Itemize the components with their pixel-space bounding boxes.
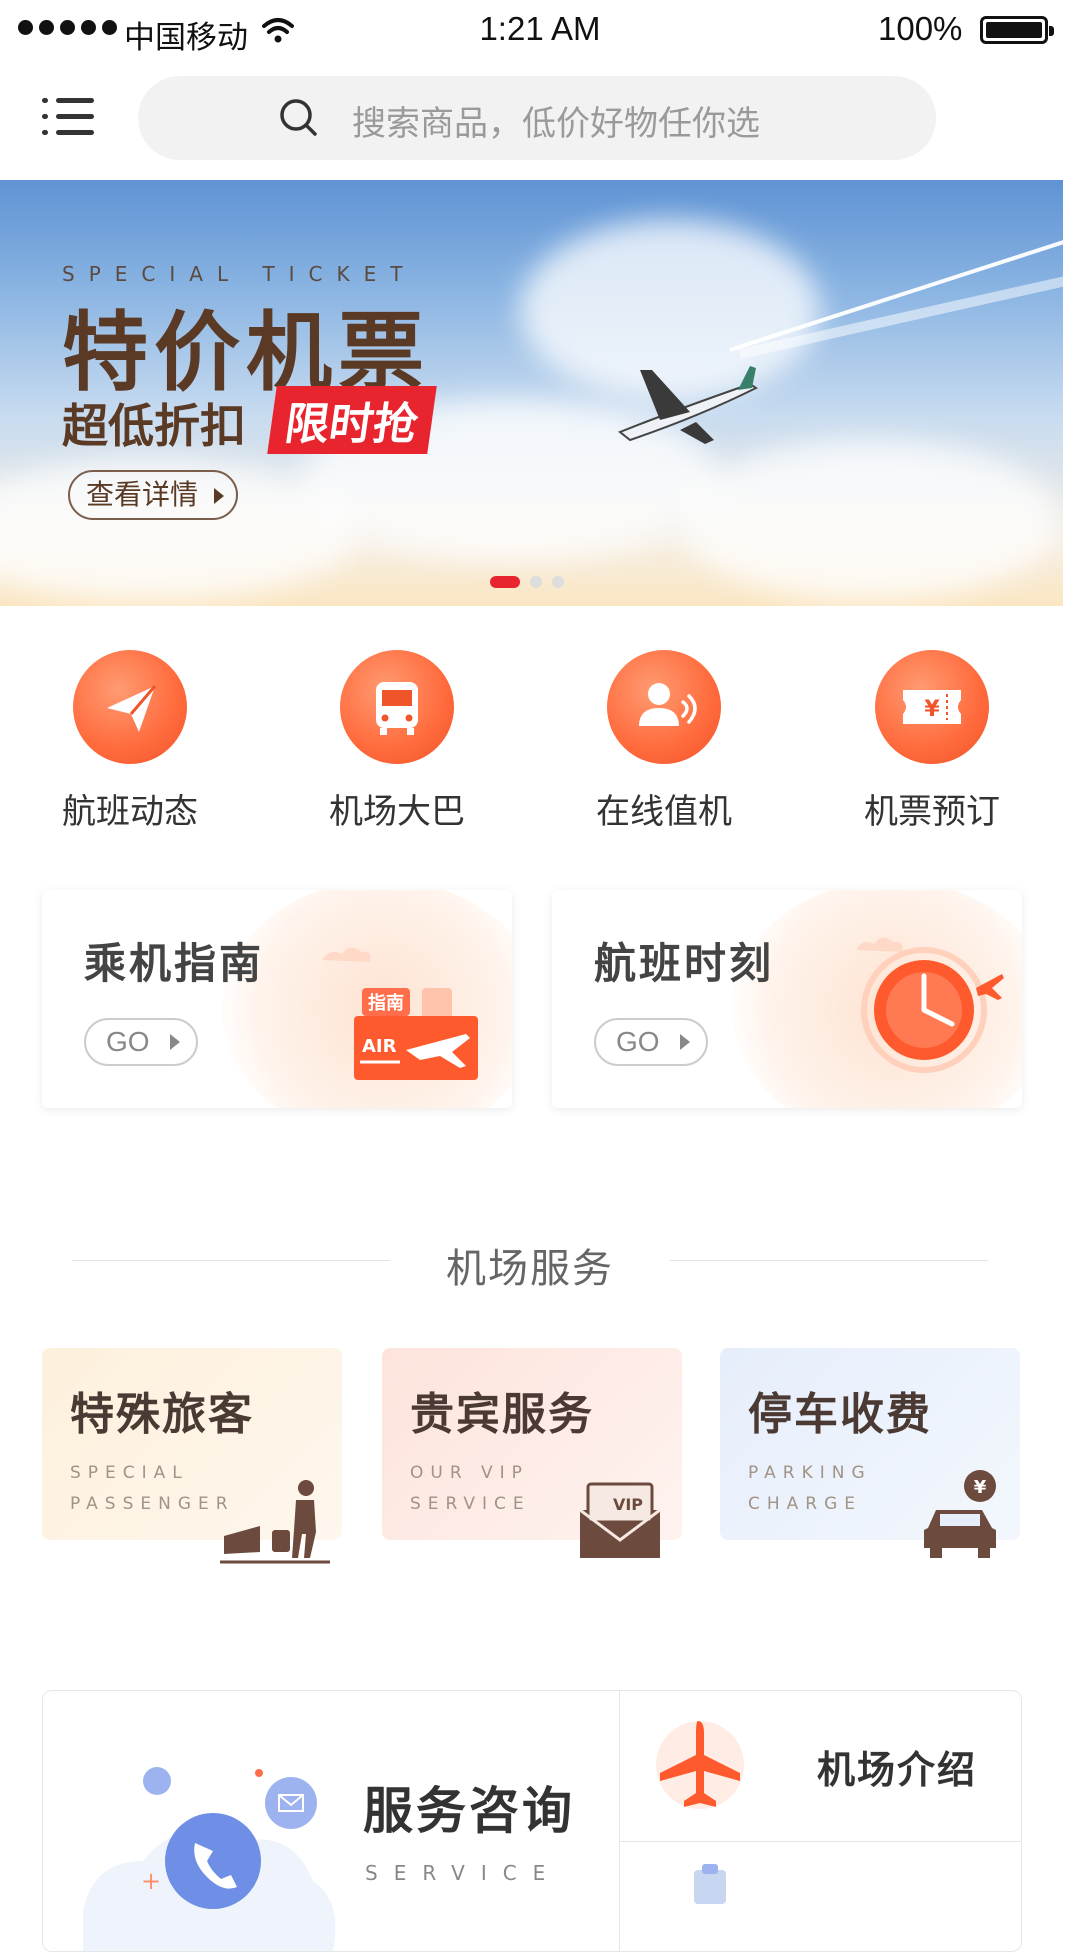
bottom-panel: + 服务咨询 SERVICE 机场介绍 — [42, 1690, 1022, 1952]
traveler-luggage-icon — [220, 1480, 330, 1564]
search-bar[interactable]: 搜索商品，低价好物任你选 — [138, 76, 936, 160]
flight-schedule-title: 航班时刻 — [594, 939, 775, 988]
panel-next-item[interactable] — [620, 1842, 1021, 1951]
pager-dot-2[interactable] — [530, 576, 542, 588]
quick-action-label: 机票预订 — [864, 792, 1000, 832]
banner-discount-text: 超低折扣 — [62, 399, 246, 453]
parking-charge-subtitle: PARKING CHARGE — [748, 1463, 872, 1514]
ticket-icon: ¥ — [875, 650, 989, 764]
yen-symbol: ¥ — [974, 1477, 987, 1498]
flight-schedule-card[interactable]: 航班时刻 GO — [552, 890, 1022, 1108]
quick-action-flight-status[interactable]: 航班动态 — [30, 650, 230, 833]
parking-charge-title: 停车收费 — [748, 1389, 932, 1440]
car-yen-icon: ¥ — [924, 1470, 996, 1558]
banner-details-button[interactable]: 查看详情 — [68, 470, 238, 520]
svg-text:+: + — [141, 1867, 161, 1895]
battery-icon — [980, 16, 1054, 44]
boarding-guide-go-button[interactable]: GO — [84, 1018, 198, 1066]
service-consult-subtitle: SERVICE — [365, 1861, 562, 1885]
menu-button[interactable] — [42, 96, 94, 140]
vip-envelope-icon: VIP — [579, 1482, 661, 1558]
vip-service-subtitle: OUR VIP SERVICE — [410, 1463, 531, 1514]
flight-schedule-go-button[interactable]: GO — [594, 1018, 708, 1066]
boarding-guide-card[interactable]: 乘机指南 GO 指南 AIR — [42, 890, 512, 1108]
battery-percentage: 100% — [878, 10, 963, 47]
airport-intro-item[interactable]: 机场介绍 — [620, 1691, 1021, 1841]
limited-time-badge: 限时抢 — [267, 386, 437, 454]
search-icon — [280, 99, 317, 136]
quick-action-airport-bus[interactable]: 机场大巴 — [297, 650, 497, 833]
service-consult-card[interactable]: + 服务咨询 SERVICE — [43, 1691, 619, 1951]
quick-action-online-checkin[interactable]: 在线值机 — [564, 650, 764, 833]
pager-dot-3[interactable] — [552, 576, 564, 588]
svg-text:¥: ¥ — [924, 697, 940, 722]
airplane-icon — [656, 1721, 744, 1809]
vip-service-title: 贵宾服务 — [410, 1389, 594, 1440]
bus-icon — [340, 650, 454, 764]
airplane-icon — [618, 366, 758, 444]
banner-pager[interactable] — [490, 576, 564, 588]
paper-plane-icon — [73, 650, 187, 764]
vip-label: VIP — [613, 1495, 643, 1514]
promo-banner[interactable]: SPECIAL TICKET 特价机票 超低折扣 限时抢 查看详情 — [0, 180, 1063, 606]
special-passenger-subtitle: SPECIAL PASSENGER — [70, 1463, 235, 1514]
boarding-guide-title: 乘机指南 — [84, 939, 265, 988]
user-checkin-icon — [607, 650, 721, 764]
status-bar: 中国移动 1:21 AM 100% — [0, 0, 1080, 62]
airport-intro-label: 机场介绍 — [817, 1748, 978, 1792]
air-guide-badge-icon: 指南 AIR — [322, 947, 478, 1080]
clock-icon — [856, 937, 1004, 1073]
section-title: 机场服务 — [446, 1246, 614, 1292]
quick-action-ticket-booking[interactable]: ¥ 机票预订 — [832, 650, 1032, 833]
quick-action-label: 航班动态 — [62, 792, 198, 832]
pager-dot-1[interactable] — [490, 576, 520, 588]
search-placeholder: 搜索商品，低价好物任你选 — [352, 104, 760, 144]
special-passenger-title: 特殊旅客 — [70, 1389, 254, 1440]
guide-badge-bottom: AIR — [362, 1036, 397, 1057]
phone-consult-icon: + — [83, 1767, 336, 1951]
quick-action-label: 在线值机 — [596, 792, 732, 832]
quick-action-label: 机场大巴 — [329, 792, 465, 832]
building-icon — [694, 1864, 726, 1904]
guide-badge-top: 指南 — [368, 992, 404, 1014]
service-consult-title: 服务咨询 — [363, 1782, 575, 1840]
